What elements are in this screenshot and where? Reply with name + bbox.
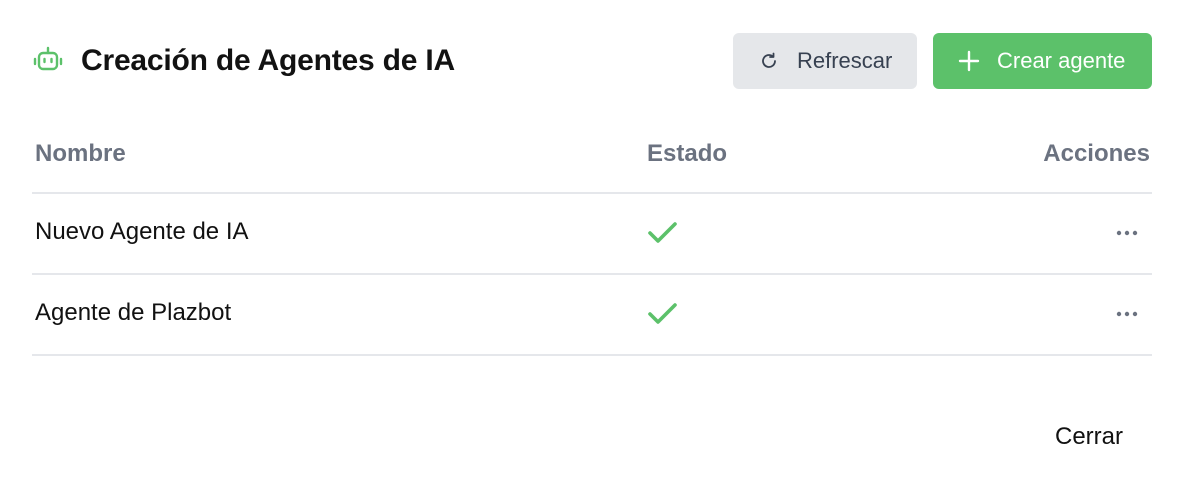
check-icon bbox=[646, 301, 680, 327]
agents-table: Nombre Estado Acciones Nuevo Agente de I… bbox=[32, 118, 1152, 356]
close-button[interactable]: Cerrar bbox=[1034, 414, 1150, 460]
table-row: Nuevo Agente de IA bbox=[32, 194, 1152, 275]
create-agent-label: Crear agente bbox=[997, 48, 1126, 73]
title-group: Creación de Agentes de IA bbox=[32, 33, 455, 89]
table-header: Nombre Estado Acciones bbox=[32, 118, 1152, 194]
agent-name: Nuevo Agente de IA bbox=[35, 218, 249, 245]
agent-name: Agente de Plazbot bbox=[35, 299, 232, 326]
more-icon[interactable] bbox=[1114, 220, 1140, 246]
column-header-actions: Acciones bbox=[1043, 140, 1150, 167]
create-agent-button[interactable]: Crear agente bbox=[933, 33, 1152, 89]
refresh-icon bbox=[759, 51, 779, 71]
robot-icon bbox=[32, 45, 64, 77]
refresh-button[interactable]: Refrescar bbox=[733, 33, 917, 89]
table-row: Agente de Plazbot bbox=[32, 275, 1152, 356]
modal-header: Creación de Agentes de IA Refrescar Crea… bbox=[32, 33, 1152, 89]
refresh-label: Refrescar bbox=[797, 48, 893, 73]
check-icon bbox=[646, 220, 680, 246]
column-header-name: Nombre bbox=[35, 140, 126, 167]
plus-icon bbox=[957, 49, 981, 73]
more-icon[interactable] bbox=[1114, 301, 1140, 327]
column-header-state: Estado bbox=[647, 140, 728, 167]
page-title: Creación de Agentes de IA bbox=[81, 44, 455, 77]
